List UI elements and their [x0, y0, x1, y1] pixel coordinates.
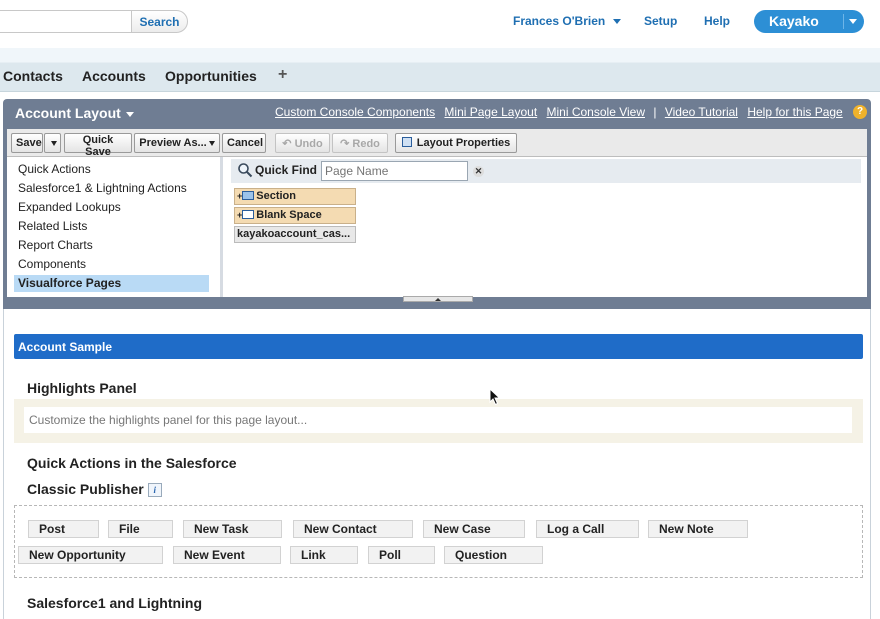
- cancel-button[interactable]: Cancel: [222, 133, 266, 153]
- quick-actions-heading-line2: Classic Publisher: [27, 481, 144, 497]
- palette-item-section[interactable]: + Section: [234, 188, 356, 205]
- salesforce1-lightning-heading: Salesforce1 and Lightning: [27, 595, 203, 611]
- section-header[interactable]: Account Sample: [14, 334, 863, 359]
- category-quick-actions[interactable]: Quick Actions: [14, 161, 209, 178]
- quick-find-input[interactable]: [321, 161, 468, 181]
- video-tutorial-link[interactable]: Video Tutorial: [665, 105, 738, 119]
- chevron-up-icon: [435, 298, 441, 301]
- undo-label: Undo: [294, 137, 323, 150]
- action-new-task[interactable]: New Task: [183, 520, 282, 538]
- layout-editor: Account Layout Custom Console Components…: [3, 99, 871, 309]
- search-input[interactable]: [0, 10, 132, 33]
- action-post[interactable]: Post: [28, 520, 99, 538]
- action-poll[interactable]: Poll: [368, 546, 435, 564]
- quick-find-bar: Quick Find ✕: [231, 159, 861, 183]
- action-new-event[interactable]: New Event: [173, 546, 281, 564]
- setup-link[interactable]: Setup: [644, 14, 677, 28]
- preview-as-button[interactable]: Preview As...: [134, 133, 220, 153]
- preview-as-label: Preview As...: [139, 137, 207, 149]
- tab-contacts[interactable]: Contacts: [3, 68, 63, 84]
- highlights-panel-placeholder[interactable]: Customize the highlights panel for this …: [24, 407, 852, 433]
- mouse-cursor-icon: [489, 388, 501, 406]
- action-question[interactable]: Question: [444, 546, 543, 564]
- quick-actions-drop-zone: Post File New Task New Contact New Case …: [14, 505, 863, 578]
- search-button[interactable]: Search: [131, 10, 188, 33]
- highlights-panel: Customize the highlights panel for this …: [14, 399, 863, 443]
- palette-divider: [220, 157, 223, 297]
- section-icon: [242, 191, 255, 200]
- quick-find-label: Quick Find: [255, 163, 318, 177]
- help-for-this-page-link[interactable]: Help for this Page: [747, 105, 842, 119]
- blank-space-icon: [242, 210, 255, 219]
- category-salesforce1-lightning-actions[interactable]: Salesforce1 & Lightning Actions: [14, 180, 209, 197]
- search-icon: [238, 163, 253, 178]
- user-menu[interactable]: Frances O'Brien: [513, 14, 622, 28]
- action-log-a-call[interactable]: Log a Call: [536, 520, 639, 538]
- tab-accounts[interactable]: Accounts: [82, 68, 146, 84]
- chevron-down-icon: [849, 19, 857, 24]
- info-icon[interactable]: i: [147, 483, 162, 497]
- app-switcher-button[interactable]: Kayako: [754, 10, 864, 33]
- chevron-down-icon: [208, 140, 215, 146]
- redo-icon: ↷: [340, 137, 353, 150]
- palette-item-label: Section: [256, 190, 296, 202]
- layout-properties-label: Layout Properties: [416, 137, 511, 149]
- quick-actions-heading: Quick Actions in the Salesforce: [27, 455, 237, 471]
- category-expanded-lookups[interactable]: Expanded Lookups: [14, 199, 209, 216]
- save-dropdown-button[interactable]: [44, 133, 61, 153]
- undo-icon: ↶: [282, 137, 295, 150]
- palette-splitter-handle[interactable]: [403, 296, 473, 302]
- page-layout-canvas: Account Sample Highlights Panel Customiz…: [3, 309, 871, 619]
- chevron-down-icon: [613, 19, 622, 25]
- palette-item-label: Blank Space: [256, 209, 322, 221]
- save-button[interactable]: Save: [11, 133, 43, 153]
- mini-console-view-link[interactable]: Mini Console View: [547, 105, 646, 119]
- add-tab-button[interactable]: +: [278, 66, 287, 84]
- category-components[interactable]: Components: [14, 256, 209, 273]
- action-link[interactable]: Link: [290, 546, 358, 564]
- tab-bar: Contacts Accounts Opportunities +: [0, 48, 880, 92]
- app-name: Kayako: [769, 13, 819, 29]
- category-visualforce-pages[interactable]: Visualforce Pages: [14, 275, 209, 292]
- redo-button[interactable]: ↷ Redo: [332, 133, 388, 153]
- custom-console-components-link[interactable]: Custom Console Components: [275, 105, 435, 119]
- layout-properties-button[interactable]: Layout Properties: [395, 133, 517, 153]
- help-link[interactable]: Help: [704, 14, 730, 28]
- mini-page-layout-link[interactable]: Mini Page Layout: [444, 105, 537, 119]
- divider: |: [653, 105, 657, 119]
- tab-opportunities[interactable]: Opportunities: [165, 68, 257, 84]
- chevron-down-icon: [50, 140, 57, 146]
- layout-title-menu[interactable]: Account Layout: [15, 105, 134, 121]
- layout-title: Account Layout: [15, 105, 121, 121]
- quick-save-button[interactable]: Quick Save: [64, 133, 132, 158]
- top-header: Search Frances O'Brien Setup Help Kayako: [0, 0, 880, 48]
- chevron-down-icon: [125, 111, 134, 117]
- action-new-opportunity[interactable]: New Opportunity: [18, 546, 163, 564]
- quick-actions-heading-cont: Classic Publisher i: [27, 481, 162, 497]
- undo-button[interactable]: ↶ Undo: [275, 133, 330, 153]
- palette-item-visualforce-page[interactable]: kayakoaccount_cas...: [234, 226, 356, 243]
- action-new-case[interactable]: New Case: [423, 520, 525, 538]
- highlights-panel-heading: Highlights Panel: [27, 380, 137, 396]
- divider: [843, 14, 844, 29]
- user-name: Frances O'Brien: [513, 14, 606, 28]
- action-file[interactable]: File: [108, 520, 173, 538]
- editor-toolbar: Save Quick Save Preview As... Cancel ↶ U…: [7, 129, 867, 158]
- palette: Quick Actions Salesforce1 & Lightning Ac…: [7, 157, 867, 297]
- redo-label: Redo: [352, 137, 380, 150]
- category-report-charts[interactable]: Report Charts: [14, 237, 209, 254]
- clear-icon[interactable]: ✕: [473, 166, 484, 177]
- global-search: Search: [0, 10, 188, 33]
- action-new-contact[interactable]: New Contact: [293, 520, 413, 538]
- action-new-note[interactable]: New Note: [648, 520, 748, 538]
- properties-icon: [401, 137, 412, 147]
- editor-links: Custom Console Components Mini Page Layo…: [275, 105, 843, 119]
- help-icon[interactable]: ?: [853, 105, 867, 119]
- category-related-lists[interactable]: Related Lists: [14, 218, 209, 235]
- palette-item-blank-space[interactable]: + Blank Space: [234, 207, 356, 224]
- category-list: Quick Actions Salesforce1 & Lightning Ac…: [11, 159, 221, 295]
